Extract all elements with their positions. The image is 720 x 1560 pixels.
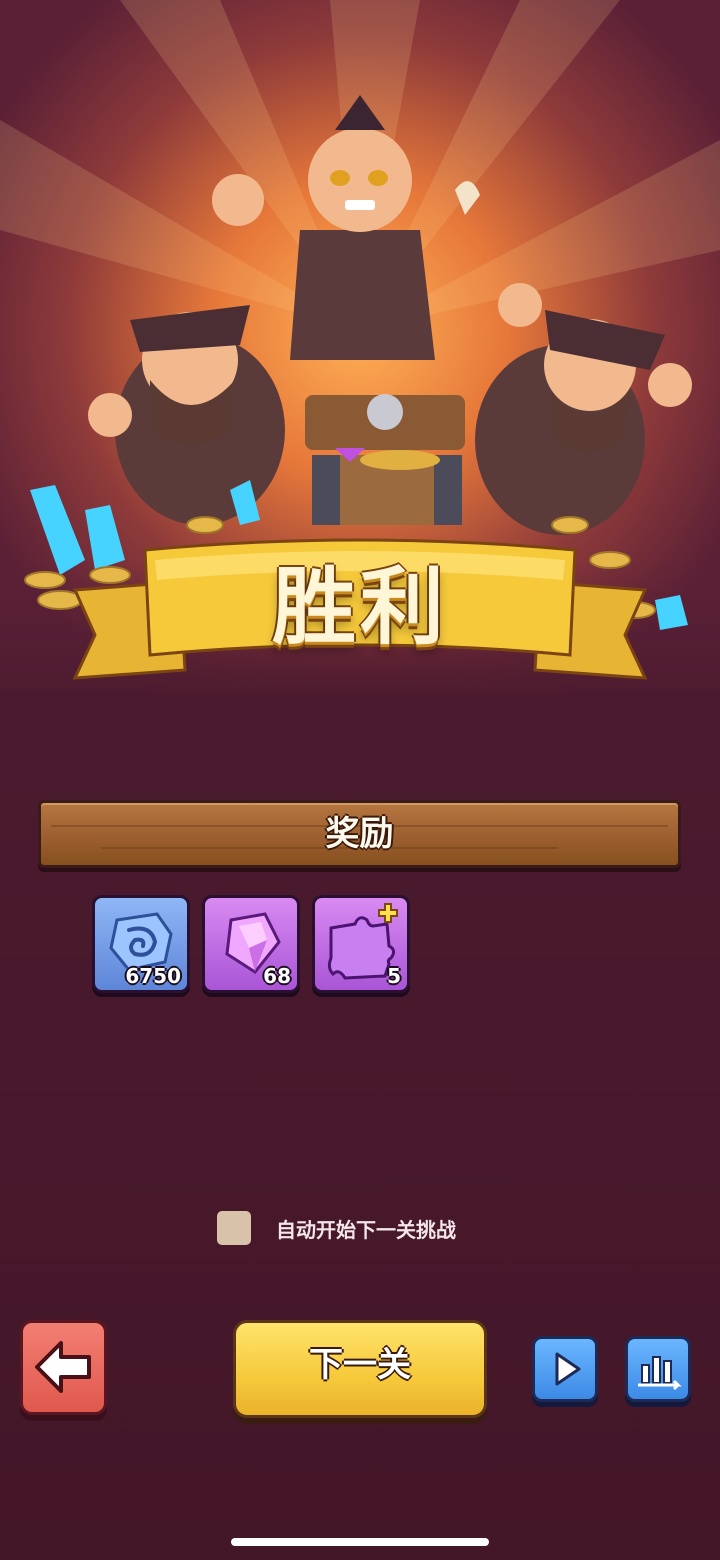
rewards-header: 奖励 [38,800,681,868]
rewards-title: 奖励 [325,814,394,854]
next-level-button[interactable]: 下一关 [233,1320,487,1418]
treasure-chest [305,394,465,525]
stats-button[interactable] [625,1336,691,1402]
reward-stone-count: 6750 [125,964,181,988]
next-level-label: 下一关 [309,1345,411,1385]
victory-title: 胜利 [271,558,448,656]
auto-start-label[interactable]: 自动开始下一关挑战 [276,1214,456,1243]
reward-puzzle-piece-count: 5 [387,964,401,988]
home-indicator[interactable] [231,1538,489,1546]
victory-screen: 胜利 奖励 6750 68 5 自动开始下一关挑战 下一关 [0,0,720,1560]
reward-puzzle-piece[interactable]: 5 [312,895,410,993]
reward-gem-count: 68 [263,964,291,988]
replay-button[interactable] [532,1336,598,1402]
back-button[interactable] [20,1320,107,1415]
auto-start-checkbox[interactable] [217,1211,251,1245]
reward-gem[interactable]: 68 [202,895,300,993]
arrow-left-icon [35,1341,91,1393]
bar-chart-icon [638,1356,682,1391]
reward-stone[interactable]: 6750 [92,895,190,993]
play-icon [555,1352,581,1386]
